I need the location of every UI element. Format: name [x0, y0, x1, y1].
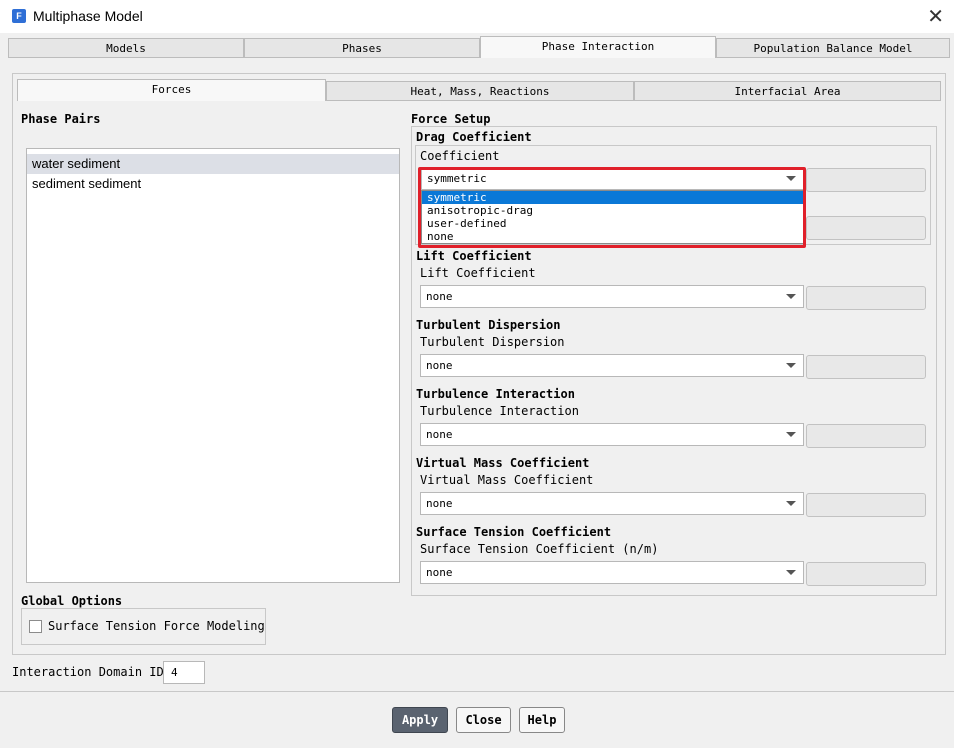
- drag-coefficient-title: Drag Coefficient: [416, 130, 532, 144]
- chevron-down-icon: [786, 432, 796, 437]
- turbulence-interaction-title: Turbulence Interaction: [416, 387, 575, 401]
- help-button[interactable]: Help: [519, 707, 565, 733]
- global-options-title: Global Options: [21, 594, 123, 608]
- surface-tension-select[interactable]: none: [420, 561, 804, 584]
- turbulence-interaction-select[interactable]: none: [420, 423, 804, 446]
- window-title: Multiphase Model: [33, 8, 143, 24]
- chevron-down-icon: [786, 294, 796, 299]
- surface-tension-label: Surface Tension Coefficient (n/m): [420, 542, 659, 556]
- interaction-domain-label: Interaction Domain ID: [12, 665, 164, 679]
- list-item[interactable]: water sediment: [27, 154, 399, 174]
- turbulence-interaction-label: Turbulence Interaction: [420, 404, 579, 418]
- lift-coefficient-title: Lift Coefficient: [416, 249, 532, 263]
- chevron-down-icon: [786, 363, 796, 368]
- app-icon: F: [12, 9, 26, 23]
- chevron-down-icon: [786, 501, 796, 506]
- lift-coefficient-label: Lift Coefficient: [420, 266, 536, 280]
- turbulence-interaction-value: none: [426, 428, 453, 441]
- tab-models[interactable]: Models: [8, 38, 244, 58]
- annotation-highlight-box: [418, 167, 806, 248]
- surface-tension-force-checkbox[interactable]: [29, 620, 42, 633]
- turbulence-interaction-value-box[interactable]: [806, 424, 926, 448]
- divider: [0, 691, 954, 692]
- phase-pairs-title: Phase Pairs: [21, 112, 101, 126]
- virtual-mass-title: Virtual Mass Coefficient: [416, 456, 590, 470]
- virtual-mass-select[interactable]: none: [420, 492, 804, 515]
- turbulent-dispersion-select[interactable]: none: [420, 354, 804, 377]
- close-button[interactable]: Close: [456, 707, 511, 733]
- interaction-domain-input[interactable]: 4: [163, 661, 205, 684]
- apply-button[interactable]: Apply: [392, 707, 448, 733]
- close-icon[interactable]: ✕: [927, 4, 944, 28]
- drag-coefficient-label: Coefficient: [420, 149, 500, 163]
- lift-coefficient-value-box[interactable]: [806, 286, 926, 310]
- tab-phases[interactable]: Phases: [244, 38, 480, 58]
- drag-coefficient-value-box-2[interactable]: [806, 216, 926, 240]
- chevron-down-icon: [786, 570, 796, 575]
- tab-phase-interaction[interactable]: Phase Interaction: [480, 36, 716, 58]
- turbulent-dispersion-label: Turbulent Dispersion: [420, 335, 565, 349]
- drag-coefficient-value-box[interactable]: [806, 168, 926, 192]
- tab-forces[interactable]: Forces: [17, 79, 326, 101]
- surface-tension-title: Surface Tension Coefficient: [416, 525, 612, 539]
- force-setup-title: Force Setup: [411, 112, 491, 126]
- surface-tension-value: none: [426, 566, 453, 579]
- surface-tension-value-box[interactable]: [806, 562, 926, 586]
- tab-population-balance-model[interactable]: Population Balance Model: [716, 38, 950, 58]
- title-bar: F Multiphase Model ✕: [0, 0, 954, 33]
- virtual-mass-label: Virtual Mass Coefficient: [420, 473, 594, 487]
- phase-pairs-list[interactable]: water sediment sediment sediment: [26, 148, 400, 583]
- virtual-mass-value-box[interactable]: [806, 493, 926, 517]
- tab-interfacial-area[interactable]: Interfacial Area: [634, 81, 941, 101]
- turbulent-dispersion-title: Turbulent Dispersion: [416, 318, 561, 332]
- virtual-mass-value: none: [426, 497, 453, 510]
- surface-tension-force-label: Surface Tension Force Modeling: [48, 619, 265, 633]
- lift-coefficient-select[interactable]: none: [420, 285, 804, 308]
- lift-coefficient-value: none: [426, 290, 453, 303]
- list-item[interactable]: sediment sediment: [27, 174, 399, 194]
- turbulent-dispersion-value: none: [426, 359, 453, 372]
- turbulent-dispersion-value-box[interactable]: [806, 355, 926, 379]
- tab-heat-mass-reactions[interactable]: Heat, Mass, Reactions: [326, 81, 634, 101]
